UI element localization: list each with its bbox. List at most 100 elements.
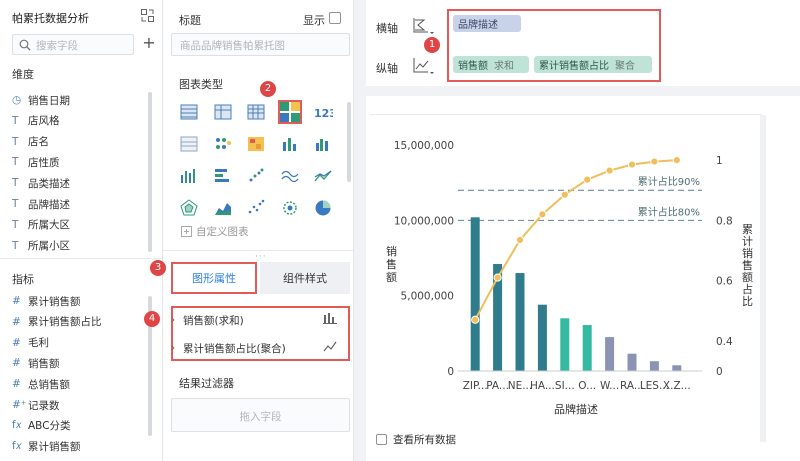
text-icon: T bbox=[12, 156, 19, 169]
measure-field-label: ABC分类 bbox=[28, 420, 71, 433]
show-all-data-toggle[interactable]: 查看所有数据 bbox=[376, 432, 456, 447]
heatmap-icon[interactable] bbox=[244, 132, 268, 156]
bubble-chart-icon[interactable] bbox=[278, 196, 302, 220]
add-field-button[interactable]: + bbox=[142, 35, 156, 51]
measure-field-label: 总销售额 bbox=[28, 378, 70, 391]
custom-chart-label: 自定义图表 bbox=[196, 226, 249, 238]
dimension-header: 维度 bbox=[12, 68, 34, 81]
dimension-field-item[interactable]: T 店性质 bbox=[12, 154, 60, 170]
dimension-field-label: 品类描述 bbox=[28, 177, 70, 190]
pie-chart-icon[interactable] bbox=[311, 196, 335, 220]
custom-chart-link[interactable]: 自定义图表 bbox=[181, 224, 249, 239]
formula-icon: f𝑥 bbox=[12, 440, 22, 453]
title-input[interactable]: 商品品牌销售帕累托图 bbox=[171, 33, 350, 56]
line-area-icon[interactable] bbox=[311, 164, 335, 188]
dimension-field-item[interactable]: T 店风格 bbox=[12, 113, 60, 129]
tab-component-style[interactable]: 组件样式 bbox=[260, 262, 350, 294]
dimension-field-item[interactable]: T 店名 bbox=[12, 134, 49, 150]
measure-field-item[interactable]: #⁺ 记录数 bbox=[12, 397, 60, 413]
cumulative-point bbox=[560, 190, 569, 199]
grouped-bar-icon[interactable] bbox=[311, 132, 335, 156]
y-tick-label: 5,000,000 bbox=[401, 291, 454, 303]
show-title-checkbox[interactable] bbox=[329, 12, 341, 24]
bar bbox=[672, 365, 682, 371]
text-icon: T bbox=[12, 177, 19, 190]
x-tick-label: HA... bbox=[530, 380, 555, 392]
cumulative-point bbox=[471, 315, 480, 324]
measure-field-item[interactable]: f𝑥 累计销售额 bbox=[12, 439, 81, 455]
x-axis-type-icon[interactable] bbox=[412, 16, 434, 36]
bar bbox=[537, 304, 547, 371]
dot-matrix-icon[interactable] bbox=[211, 132, 235, 156]
text-icon: T bbox=[12, 135, 19, 148]
stacked-bar-icon[interactable] bbox=[278, 132, 302, 156]
measure-field-label: 毛利 bbox=[28, 337, 49, 350]
dimension-field-item[interactable]: T 所属大区 bbox=[12, 217, 70, 233]
title-label: 标题 bbox=[179, 14, 201, 27]
y-axis-title: 销售额 bbox=[386, 244, 397, 284]
measure-field-item[interactable]: # 总销售额 bbox=[12, 376, 70, 392]
measure-field-item[interactable]: # 累计销售额占比 bbox=[12, 314, 102, 330]
measure-field-item[interactable]: # 销售额 bbox=[12, 355, 60, 371]
resize-handle[interactable]: ··· bbox=[255, 252, 267, 262]
panel-divider bbox=[0, 258, 162, 259]
bar-h-chart-icon[interactable] bbox=[211, 164, 235, 188]
y2-tick-label: 0.6 bbox=[716, 276, 733, 288]
measure-field-item[interactable]: f𝑥 ABC分类 bbox=[12, 418, 71, 434]
record-icon: #⁺ bbox=[12, 399, 27, 411]
radar-chart-icon[interactable] bbox=[177, 196, 201, 220]
cumulative-point bbox=[538, 210, 547, 219]
series-ratio-row[interactable]: › 累计销售额占比(聚合) bbox=[171, 340, 341, 356]
y-axis-pill-ratio[interactable]: 累计销售额占比 聚合 bbox=[534, 56, 652, 73]
pareto-chart: 0 5,000,000 10,000,000 15,000,000 0 0.4 0.6 0.8… bbox=[386, 140, 753, 416]
y-pill-ratio-name: 累计销售额占比 bbox=[539, 61, 609, 72]
custom-chart-icon bbox=[181, 226, 192, 237]
y-axis-type-icon[interactable] bbox=[412, 56, 434, 76]
number-icon: # bbox=[12, 357, 21, 370]
cumulative-point bbox=[493, 273, 502, 282]
tab-graph-attributes[interactable]: 图形属性 bbox=[171, 262, 257, 294]
line-wave-icon[interactable] bbox=[278, 164, 302, 188]
y-axis-pill-sales[interactable]: 销售额 求和 bbox=[453, 56, 529, 73]
area-chart-icon[interactable] bbox=[211, 196, 235, 220]
switch-dataset-icon[interactable] bbox=[141, 9, 154, 22]
series-sales-row[interactable]: › 销售额(求和) bbox=[171, 312, 341, 328]
bar bbox=[627, 353, 637, 371]
kpi-number-icon[interactable]: 123 bbox=[311, 100, 335, 124]
show-title-label: 显示 bbox=[303, 14, 325, 27]
cumulative-point bbox=[650, 157, 659, 166]
table-chart-icon[interactable] bbox=[177, 100, 201, 124]
y-tick-label: 10,000,000 bbox=[394, 215, 454, 227]
dimension-field-item[interactable]: T 品类描述 bbox=[12, 175, 70, 191]
pareto-chart-icon[interactable] bbox=[277, 100, 302, 124]
filter-drop-zone[interactable]: 拖入字段 bbox=[171, 398, 350, 432]
dimension-scrollbar[interactable] bbox=[148, 92, 152, 252]
bar bbox=[582, 325, 592, 371]
cross-table-icon[interactable] bbox=[211, 100, 235, 124]
scatter-chart-icon[interactable] bbox=[244, 196, 268, 220]
bar bbox=[560, 318, 570, 371]
group-table-icon[interactable] bbox=[177, 132, 201, 156]
formula-icon: f𝑥 bbox=[12, 419, 22, 432]
dimension-field-item[interactable]: ◷ 销售日期 bbox=[12, 92, 70, 108]
search-field-input[interactable]: 搜索字段 bbox=[12, 34, 134, 55]
show-all-checkbox[interactable] bbox=[376, 434, 387, 445]
dimension-field-item[interactable]: T 所属小区 bbox=[12, 238, 70, 254]
measure-field-item[interactable]: # 毛利 bbox=[12, 335, 49, 351]
cumulative-point bbox=[605, 166, 614, 175]
cumulative-point bbox=[672, 155, 681, 165]
y-pill-sales-agg: 求和 bbox=[494, 61, 514, 72]
step-badge-4: 4 bbox=[144, 311, 160, 327]
detail-table-icon[interactable] bbox=[244, 100, 268, 124]
measure-field-item[interactable]: # 累计销售额 bbox=[12, 293, 81, 309]
x-tick-label: W... bbox=[600, 380, 619, 392]
column-chart-icon[interactable] bbox=[177, 164, 201, 188]
text-icon: T bbox=[12, 198, 19, 210]
measure-field-label: 累计销售额 bbox=[28, 295, 81, 308]
y2-tick-label: 0.8 bbox=[716, 215, 733, 227]
chart-type-scrollbar[interactable] bbox=[347, 102, 351, 182]
scatter-small-icon[interactable] bbox=[244, 164, 268, 188]
dimension-field-item[interactable]: T 品牌描述 bbox=[12, 196, 70, 212]
x-axis-pill[interactable]: 品牌描述 bbox=[453, 15, 521, 32]
chart-scrollbar[interactable] bbox=[760, 115, 766, 442]
